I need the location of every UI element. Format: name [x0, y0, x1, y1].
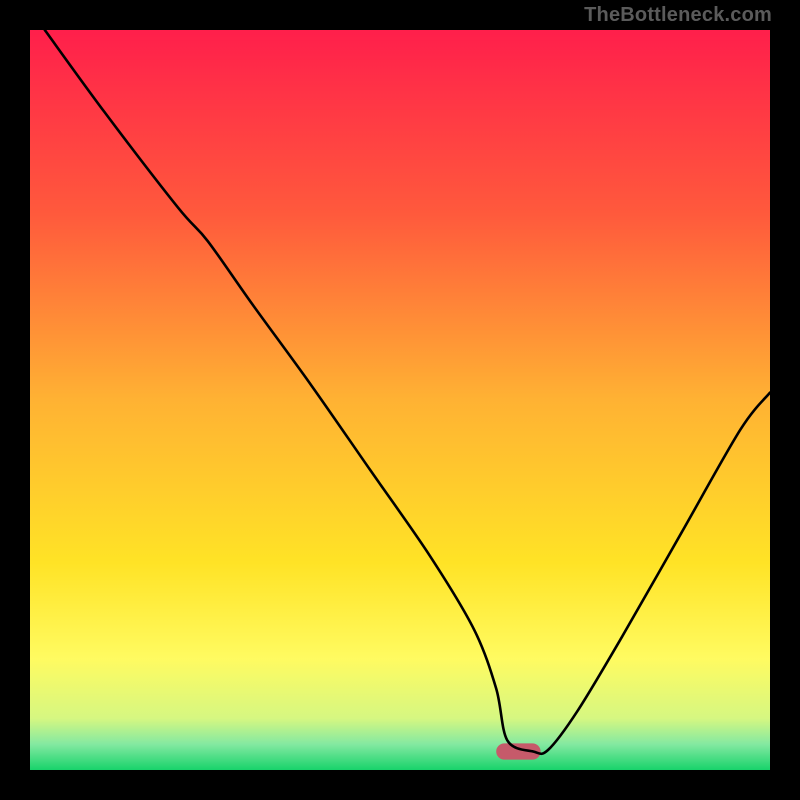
- bottleneck-plot: [30, 30, 770, 770]
- gradient-background: [30, 30, 770, 770]
- watermark-text: TheBottleneck.com: [584, 4, 772, 27]
- chart-container: TheBottleneck.com: [0, 0, 800, 800]
